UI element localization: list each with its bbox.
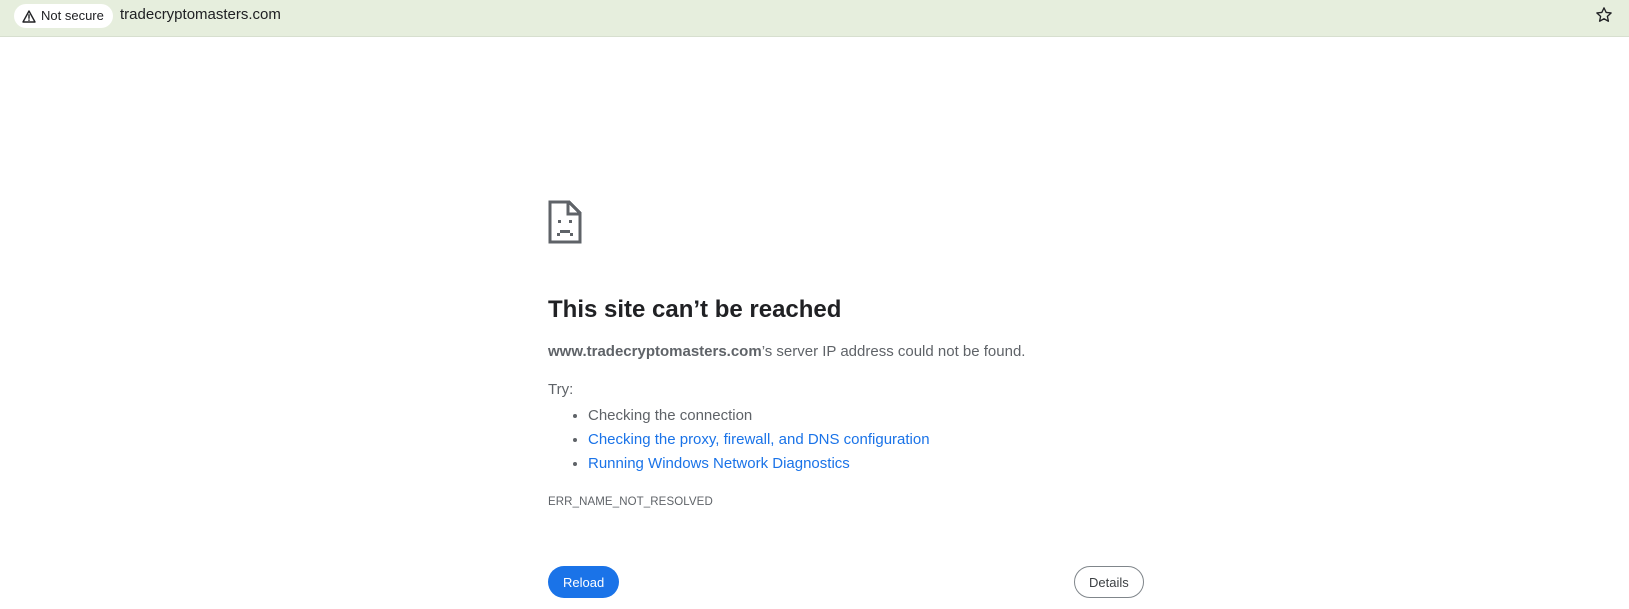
suggestions-list: Checking the connection Checking the pro… — [548, 404, 1148, 476]
bookmark-button[interactable] — [1591, 4, 1617, 30]
page-title: This site can’t be reached — [548, 296, 842, 323]
suggestion-item: Running Windows Network Diagnostics — [588, 452, 1148, 476]
error-code: ERR_NAME_NOT_RESOLVED — [548, 496, 713, 508]
button-row: Reload Details — [548, 566, 1148, 598]
reload-button[interactable]: Reload — [548, 566, 620, 598]
security-status-chip[interactable]: Not secure — [14, 4, 113, 28]
details-button[interactable]: Details — [1074, 566, 1144, 598]
warning-triangle-icon — [22, 9, 36, 23]
url-display[interactable]: tradecryptomasters.com — [120, 5, 281, 25]
suggestion-check-connection: Checking the connection — [588, 407, 753, 424]
suggestion-item: Checking the proxy, firewall, and DNS co… — [588, 428, 1148, 452]
error-content: This site can’t be reached www.tradecryp… — [548, 200, 1148, 598]
security-label: Not secure — [41, 8, 104, 23]
suggestion-network-diagnostics-link[interactable]: Running Windows Network Diagnostics — [588, 455, 850, 472]
suggestion-proxy-firewall-dns-link[interactable]: Checking the proxy, firewall, and DNS co… — [588, 431, 930, 448]
error-message: www.tradecryptomasters.com’s server IP a… — [548, 342, 1148, 362]
sad-document-icon — [548, 200, 1148, 244]
browser-toolbar: Not secure tradecryptomasters.com — [0, 0, 1629, 37]
suggestion-item: Checking the connection — [588, 404, 1148, 428]
error-host: www.tradecryptomasters.com — [548, 343, 762, 360]
error-message-suffix: ’s server IP address could not be found. — [761, 343, 1026, 360]
star-outline-icon — [1595, 6, 1613, 29]
try-label: Try: — [548, 381, 574, 398]
